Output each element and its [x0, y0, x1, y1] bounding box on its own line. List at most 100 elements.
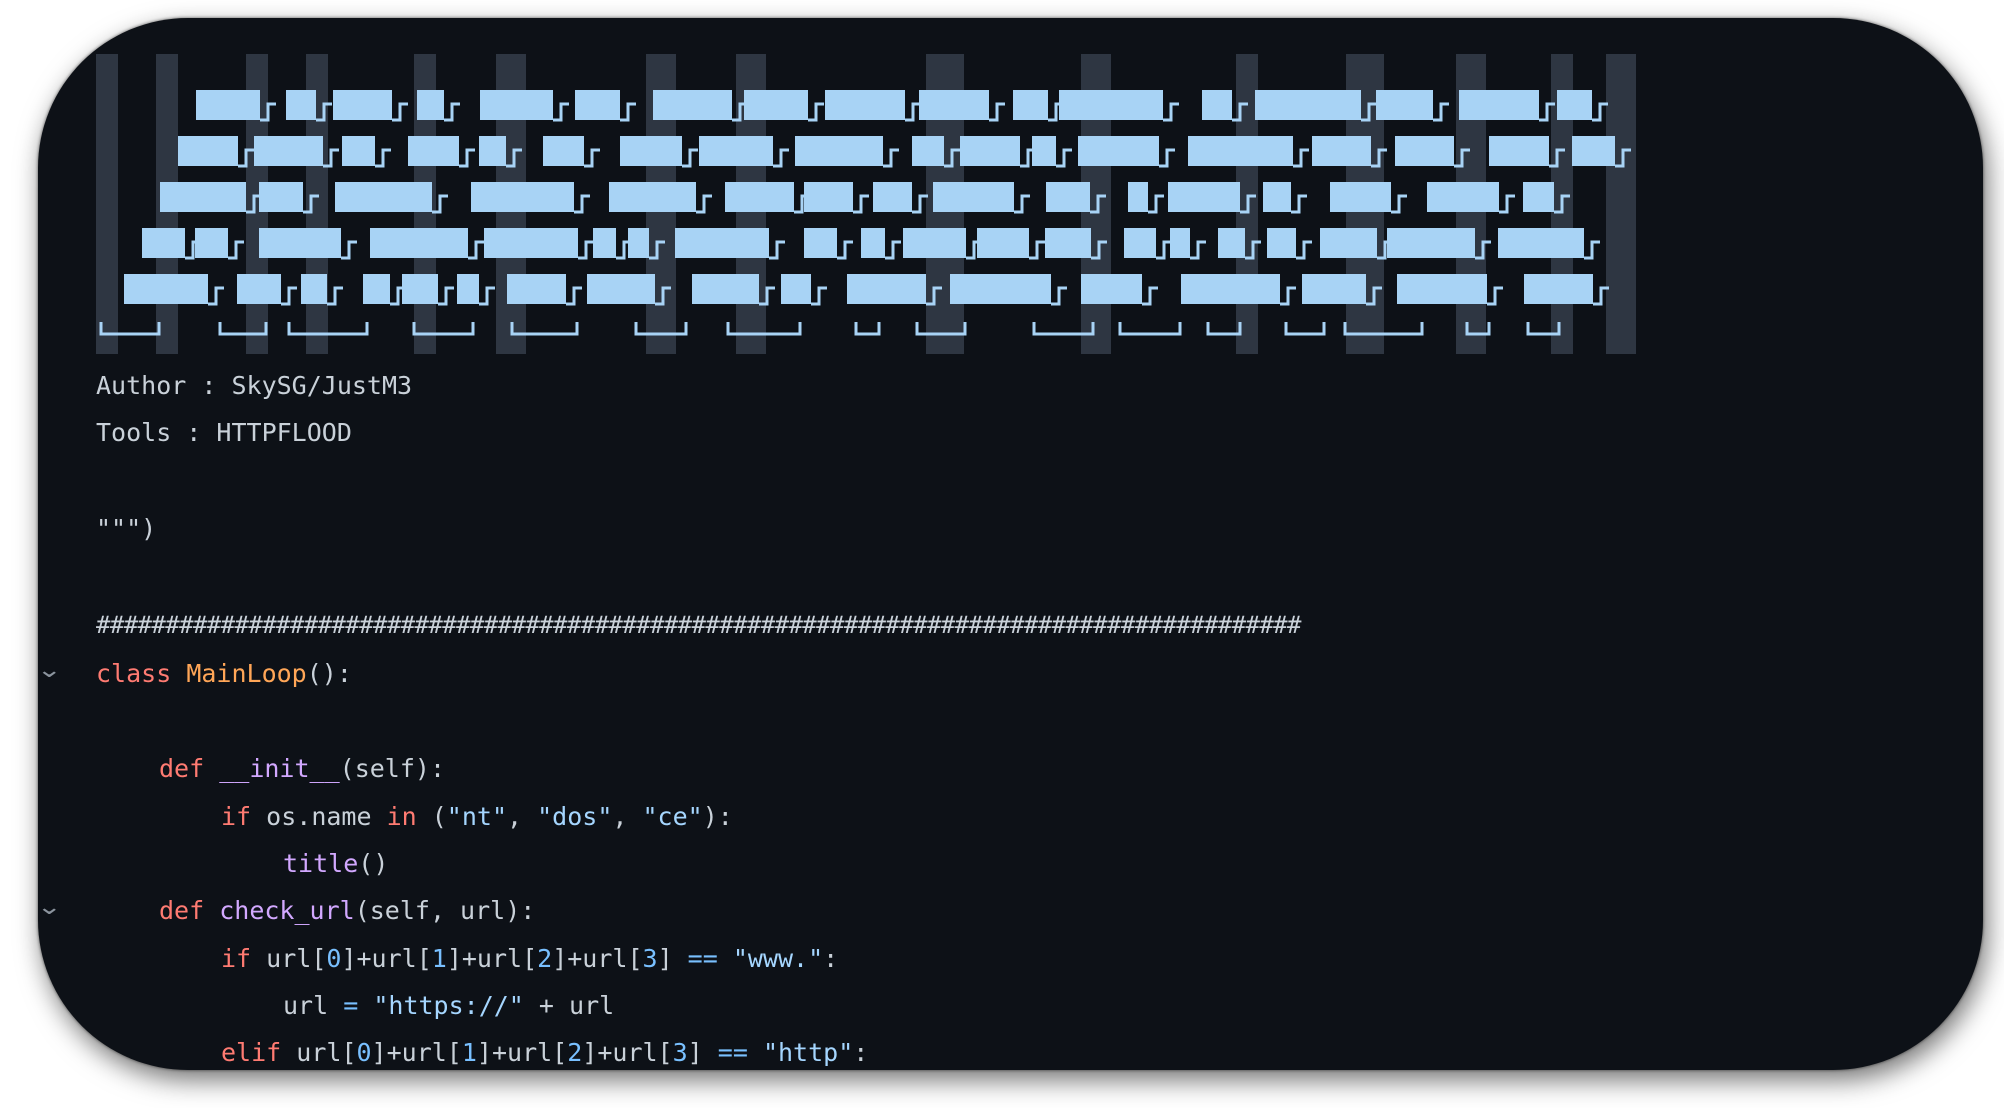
ascii-block: [480, 90, 553, 120]
ascii-block: [675, 228, 769, 258]
code-area[interactable]: Author : SkySG/JustM3 Tools : HTTPFLOOD …: [38, 18, 1983, 1070]
ascii-block: [1302, 274, 1366, 304]
ascii-block: [1523, 182, 1554, 212]
ascii-block: [1395, 136, 1454, 166]
if-os-part2: (: [416, 802, 447, 831]
class-rest: ():: [306, 659, 352, 688]
number: 0: [326, 944, 342, 973]
ascii-art-banner: [96, 54, 1636, 354]
ascii-edge: [1433, 102, 1449, 122]
ascii-block: [587, 274, 655, 304]
function-name-title: title: [283, 849, 359, 878]
ascii-edge: [553, 102, 569, 122]
ascii-edge: [327, 286, 343, 306]
ascii-edge: [208, 286, 224, 306]
keyword-class: class: [96, 659, 172, 688]
chevron-down-icon[interactable]: ⌄: [38, 895, 62, 920]
ascii-edge: [811, 286, 827, 306]
ascii-block: [593, 228, 616, 258]
title-rest: (): [358, 849, 389, 878]
ascii-edge: [853, 194, 869, 214]
ascii-block: [1557, 90, 1592, 120]
ascii-block: [1263, 182, 1291, 212]
ascii-edge: [808, 102, 824, 122]
ascii-block: [1168, 182, 1240, 212]
operator-eq: ==: [717, 1038, 748, 1067]
code-token: + url: [523, 991, 615, 1020]
number: 3: [672, 1038, 688, 1067]
ascii-block: [402, 274, 438, 304]
ascii-bracket: [1118, 322, 1182, 336]
ascii-block: [781, 274, 811, 304]
title-call-line: title(): [283, 849, 388, 879]
ascii-block: [1128, 182, 1148, 212]
ascii-edge: [228, 240, 244, 260]
chevron-down-icon[interactable]: ⌄: [38, 658, 62, 683]
ascii-edge: [574, 194, 590, 214]
elif-line: elif url[0]+url[1]+url[2]+url[3] == "htt…: [221, 1038, 868, 1068]
ascii-block: [960, 136, 1020, 166]
ascii-block: [1181, 274, 1280, 304]
ascii-edge: [1029, 240, 1045, 260]
ascii-edge: [459, 148, 475, 168]
ascii-block: [417, 90, 444, 120]
number: 1: [431, 944, 447, 973]
if-os-line: if os.name in ("nt", "dos", "ce"):: [221, 802, 733, 832]
operator-assign: =: [343, 991, 359, 1020]
ascii-block: [804, 228, 837, 258]
if-os-end: ):: [702, 802, 733, 831]
code-token: ]+url[: [552, 944, 643, 973]
ascii-edge: [620, 102, 636, 122]
closing-quote-line: """): [96, 514, 157, 543]
ascii-block: [1124, 228, 1156, 258]
ascii-edge: [1148, 194, 1164, 214]
ascii-block: [847, 274, 926, 304]
ascii-block: [507, 274, 566, 304]
code-token: :: [853, 1038, 869, 1067]
ascii-block: [1397, 274, 1487, 304]
ascii-block: [1045, 228, 1091, 258]
code-token: ]: [657, 944, 688, 973]
ascii-shade: [96, 54, 118, 354]
class-line: class MainLoop():: [96, 659, 352, 689]
ascii-block: [903, 228, 966, 258]
ascii-block: [873, 182, 912, 212]
ascii-edge: [444, 102, 460, 122]
code-token: ]+url[: [446, 944, 538, 973]
code-token: ]+url[: [341, 944, 432, 973]
ascii-edge: [1190, 240, 1206, 260]
ascii-edge: [438, 286, 454, 306]
ascii-block: [609, 182, 696, 212]
comma: ,: [612, 802, 643, 831]
string-https: "https://": [373, 991, 524, 1020]
ascii-edge: [883, 148, 899, 168]
ascii-block: [1046, 182, 1090, 212]
string-http: "http": [762, 1038, 854, 1067]
ascii-bracket: [1206, 322, 1242, 336]
ascii-block: [1255, 90, 1361, 120]
ascii-block: [1218, 228, 1245, 258]
ascii-block: [457, 274, 479, 304]
ascii-block: [795, 136, 883, 166]
ascii-edge: [1487, 286, 1503, 306]
keyword-if: if: [221, 802, 252, 831]
ascii-edge: [1499, 194, 1515, 214]
ascii-block: [692, 274, 759, 304]
ascii-block: [628, 228, 649, 258]
ascii-block: [1376, 90, 1433, 120]
number: 1: [461, 1038, 477, 1067]
ascii-bracket: [854, 322, 881, 336]
ascii-block: [1202, 90, 1232, 120]
if-www-line: if url[0]+url[1]+url[2]+url[3] == "www."…: [221, 944, 838, 974]
ascii-edge: [1291, 194, 1307, 214]
ascii-block: [1188, 136, 1293, 166]
author-line: Author : SkySG/JustM3: [96, 371, 413, 400]
ascii-edge: [1163, 102, 1179, 122]
ascii-block: [861, 228, 885, 258]
string-ce: "ce": [642, 802, 703, 831]
ascii-shade: [1606, 54, 1636, 354]
code-token: ]+url[: [582, 1038, 673, 1067]
if-os-part1: os.name: [251, 802, 387, 831]
